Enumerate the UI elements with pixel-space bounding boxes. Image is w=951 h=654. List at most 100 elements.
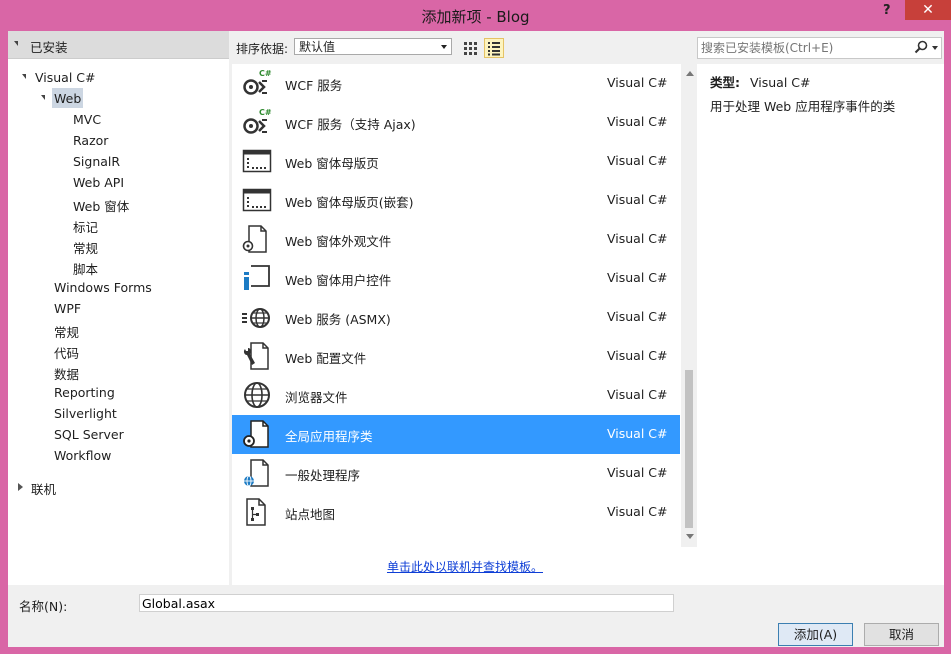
tree-item-data[interactable]: 数据	[54, 364, 79, 383]
tree-item-markup[interactable]: 标记	[73, 217, 98, 236]
chevron-down-icon[interactable]	[932, 46, 938, 50]
template-name: 一般处理程序	[285, 468, 361, 483]
browser-file-icon	[244, 382, 270, 408]
template-name: WCF 服务（支持 Ajax)	[285, 117, 416, 132]
nested-master-page-icon	[242, 188, 272, 212]
wcf-ajax-service-icon: C#	[243, 108, 272, 134]
find-templates-online-link[interactable]: 单击此处以联机并查找模板。	[232, 558, 698, 575]
svg-text:C#: C#	[259, 69, 272, 78]
expand-arrow-icon[interactable]	[18, 483, 23, 491]
tree-item-web[interactable]: Web	[54, 91, 81, 106]
template-language: Visual C#	[607, 153, 668, 168]
template-language: Visual C#	[607, 231, 668, 246]
sort-toolbar: 排序依据: 默认值	[232, 35, 698, 59]
collapse-arrow-icon	[14, 41, 18, 46]
dialog-footer: 名称(N): 添加(A) 取消	[8, 585, 944, 647]
wcf-service-icon: C#	[243, 69, 272, 95]
dialog-body: 已安装 Visual C# Web MVC Razor SignalR Web …	[8, 31, 944, 647]
grid-view-button[interactable]	[460, 38, 480, 58]
tree-item-signalr[interactable]: SignalR	[73, 154, 120, 169]
name-label: 名称(N):	[19, 599, 68, 614]
search-icon[interactable]	[914, 40, 928, 54]
template-row[interactable]: Web 服务 (ASMX) Visual C#	[232, 298, 680, 337]
template-name: Web 配置文件	[285, 351, 367, 366]
web-service-icon	[242, 308, 270, 328]
tree-item-general-2[interactable]: 常规	[54, 322, 79, 341]
expand-arrow-icon[interactable]	[22, 74, 26, 79]
template-row[interactable]: Web 配置文件 Visual C#	[232, 337, 680, 376]
template-language: Visual C#	[607, 309, 668, 324]
sort-label: 排序依据:	[236, 42, 289, 56]
template-row[interactable]: C# WCF 服务（支持 Ajax) Visual C#	[232, 103, 680, 142]
scrollbar-thumb[interactable]	[685, 370, 693, 528]
chevron-down-icon	[441, 45, 447, 49]
config-file-icon	[243, 342, 269, 370]
template-name: 全局应用程序类	[285, 429, 373, 444]
template-row[interactable]: C# WCF 服务 Visual C#	[232, 64, 680, 103]
template-row-selected[interactable]: 全局应用程序类 Visual C#	[232, 415, 680, 454]
template-language: Visual C#	[607, 465, 668, 480]
generic-handler-icon	[244, 459, 269, 487]
search-input[interactable]	[701, 40, 911, 56]
template-row[interactable]: Web 窗体母版页(嵌套) Visual C#	[232, 181, 680, 220]
grid-view-icon	[464, 42, 477, 55]
cancel-button[interactable]: 取消	[864, 623, 939, 646]
template-language: Visual C#	[607, 504, 668, 519]
close-button[interactable]: ✕	[905, 0, 951, 20]
tree-item-code[interactable]: 代码	[54, 343, 79, 362]
add-button[interactable]: 添加(A)	[778, 623, 853, 646]
template-row[interactable]: Web 窗体用户控件 Visual C#	[232, 259, 680, 298]
template-row[interactable]: Web 窗体母版页 Visual C#	[232, 142, 680, 181]
tree-item-silverlight[interactable]: Silverlight	[54, 406, 117, 421]
template-language: Visual C#	[607, 348, 668, 363]
template-name: WCF 服务	[285, 78, 343, 93]
template-details-pane: 类型: Visual C# 用于处理 Web 应用程序事件的类	[697, 64, 944, 585]
template-language: Visual C#	[607, 192, 668, 207]
scroll-up-arrow-icon[interactable]	[686, 71, 694, 76]
template-language: Visual C#	[607, 426, 668, 441]
global-app-class-icon	[243, 420, 269, 448]
help-button[interactable]: ?	[883, 3, 891, 18]
template-name: Web 窗体母版页(嵌套)	[285, 195, 414, 210]
type-value: Visual C#	[750, 75, 811, 90]
tree-item-online[interactable]: 联机	[31, 479, 56, 498]
list-view-icon	[488, 42, 500, 56]
site-map-icon	[246, 498, 266, 526]
tree-item-workflow[interactable]: Workflow	[54, 448, 111, 463]
window-title: 添加新项 - Blog	[421, 8, 530, 26]
tree-item-script[interactable]: 脚本	[73, 259, 98, 278]
tree-item-razor[interactable]: Razor	[73, 133, 108, 148]
master-page-icon	[242, 149, 272, 173]
template-row[interactable]: 站点地图 Visual C#	[232, 493, 680, 532]
template-row[interactable]: 浏览器文件 Visual C#	[232, 376, 680, 415]
tree-item-reporting[interactable]: Reporting	[54, 385, 115, 400]
template-name: Web 窗体用户控件	[285, 273, 392, 288]
sort-dropdown[interactable]: 默认值	[294, 38, 452, 55]
template-row[interactable]: 一般处理程序 Visual C#	[232, 454, 680, 493]
list-view-button[interactable]	[484, 38, 504, 58]
template-language: Visual C#	[607, 114, 668, 129]
user-control-icon	[244, 265, 270, 290]
template-list-scrollbar[interactable]	[681, 64, 698, 547]
tree-item-windows-forms[interactable]: Windows Forms	[54, 280, 152, 295]
template-type: 类型: Visual C#	[710, 72, 811, 91]
add-new-item-dialog: 添加新项 - Blog ? ✕ 已安装 Visual C# Web MVC Ra…	[0, 0, 951, 654]
name-input[interactable]	[139, 594, 674, 612]
svg-text:C#: C#	[259, 108, 272, 117]
tree-item-sql-server[interactable]: SQL Server	[54, 427, 124, 442]
installed-header[interactable]: 已安装	[8, 31, 229, 59]
title-bar: 添加新项 - Blog ? ✕	[0, 0, 951, 30]
template-row[interactable]: Web 窗体外观文件 Visual C#	[232, 220, 680, 259]
tree-item-web-forms[interactable]: Web 窗体	[73, 196, 129, 215]
tree-item-general[interactable]: 常规	[73, 238, 98, 257]
template-language: Visual C#	[607, 387, 668, 402]
scroll-down-arrow-icon[interactable]	[686, 534, 694, 539]
sort-dropdown-value: 默认值	[299, 40, 336, 54]
tree-item-visual-csharp[interactable]: Visual C#	[35, 70, 96, 85]
template-search-box[interactable]	[697, 37, 942, 59]
tree-item-wpf[interactable]: WPF	[54, 301, 81, 316]
tree-item-web-api[interactable]: Web API	[73, 175, 124, 190]
template-language: Visual C#	[607, 75, 668, 90]
tree-item-mvc[interactable]: MVC	[73, 112, 101, 127]
expand-arrow-icon[interactable]	[41, 95, 45, 100]
